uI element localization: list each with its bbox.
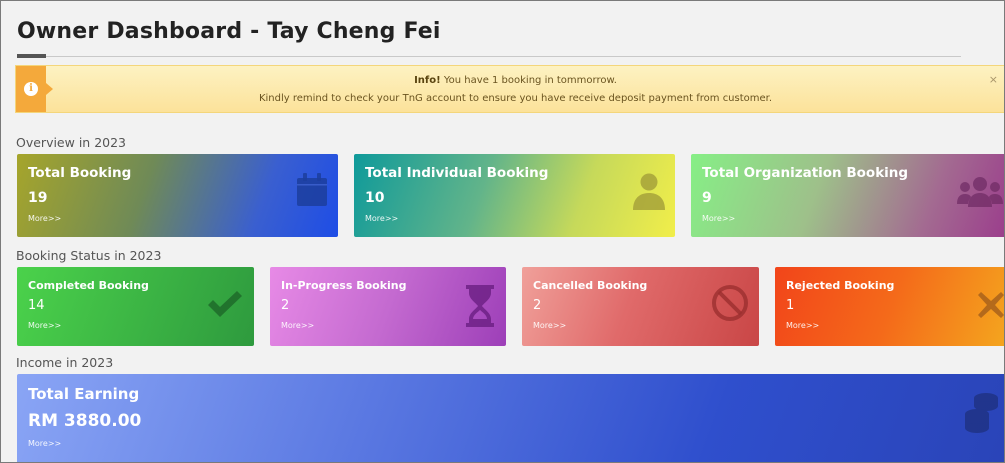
card-title: Rejected Booking: [786, 279, 895, 292]
alert-icon-box: i: [16, 66, 53, 112]
alert-message: Info! You have 1 booking in tommorrow.: [46, 75, 985, 86]
more-link[interactable]: More>>: [786, 321, 819, 330]
card-title: Cancelled Booking: [533, 279, 648, 292]
calendar-icon: [297, 173, 327, 206]
page-title: Owner Dashboard - Tay Cheng Fei: [17, 19, 441, 44]
card-value: 1: [786, 298, 795, 313]
close-icon[interactable]: ×: [989, 73, 998, 86]
check-icon: [208, 291, 242, 317]
alert-line2-text: Kindly remind to check your TnG account …: [258, 93, 773, 104]
dashboard-frame: Owner Dashboard - Tay Cheng Fei i Info! …: [0, 0, 1005, 463]
more-link[interactable]: More>>: [702, 214, 735, 223]
total-individual-booking-card[interactable]: Total Individual Booking 10 More>>: [354, 154, 675, 237]
card-value: 2: [281, 298, 290, 313]
ban-icon: [712, 285, 748, 321]
hourglass-icon: [466, 285, 494, 327]
booking-status-label: Booking Status in 2023: [16, 248, 162, 263]
cancelled-booking-card[interactable]: Cancelled Booking 2 More>>: [522, 267, 759, 346]
alert-line1-text: You have 1 booking in tommorrow.: [443, 75, 617, 86]
card-value: 2: [533, 298, 542, 313]
card-title: Total Earning: [28, 385, 140, 403]
more-link[interactable]: More>>: [28, 321, 61, 330]
card-value: 9: [702, 190, 712, 206]
info-icon: i: [24, 82, 38, 96]
card-value: 10: [365, 190, 385, 206]
card-title: In-Progress Booking: [281, 279, 407, 292]
title-divider: [17, 56, 961, 57]
total-organization-booking-card[interactable]: Total Organization Booking 9 More>>: [691, 154, 1004, 237]
more-link[interactable]: More>>: [28, 439, 61, 448]
users-icon: [957, 177, 1003, 207]
income-label: Income in 2023: [16, 355, 114, 370]
more-link[interactable]: More>>: [28, 214, 61, 223]
total-earning-card[interactable]: Total Earning RM 3880.00 More>>: [17, 374, 1004, 462]
more-link[interactable]: More>>: [281, 321, 314, 330]
card-value: 19: [28, 190, 48, 206]
alert-strong: Info!: [414, 75, 441, 86]
title-divider-accent: [17, 54, 46, 58]
more-link[interactable]: More>>: [533, 321, 566, 330]
times-icon: [978, 292, 1004, 318]
rejected-booking-card[interactable]: Rejected Booking 1 More>>: [775, 267, 1004, 346]
info-alert: i Info! You have 1 booking in tommorrow.…: [15, 65, 1004, 113]
coins-icon: [965, 393, 998, 433]
card-title: Total Individual Booking: [365, 165, 549, 181]
in-progress-booking-card[interactable]: In-Progress Booking 2 More>>: [270, 267, 506, 346]
total-booking-card[interactable]: Total Booking 19 More>>: [17, 154, 338, 237]
more-link[interactable]: More>>: [365, 214, 398, 223]
card-value: 14: [28, 298, 45, 313]
card-value: RM 3880.00: [28, 411, 142, 431]
card-title: Total Organization Booking: [702, 165, 909, 181]
card-title: Completed Booking: [28, 279, 149, 292]
user-icon: [633, 173, 665, 210]
overview-label: Overview in 2023: [16, 135, 127, 150]
completed-booking-card[interactable]: Completed Booking 14 More>>: [17, 267, 254, 346]
card-title: Total Booking: [28, 165, 132, 181]
